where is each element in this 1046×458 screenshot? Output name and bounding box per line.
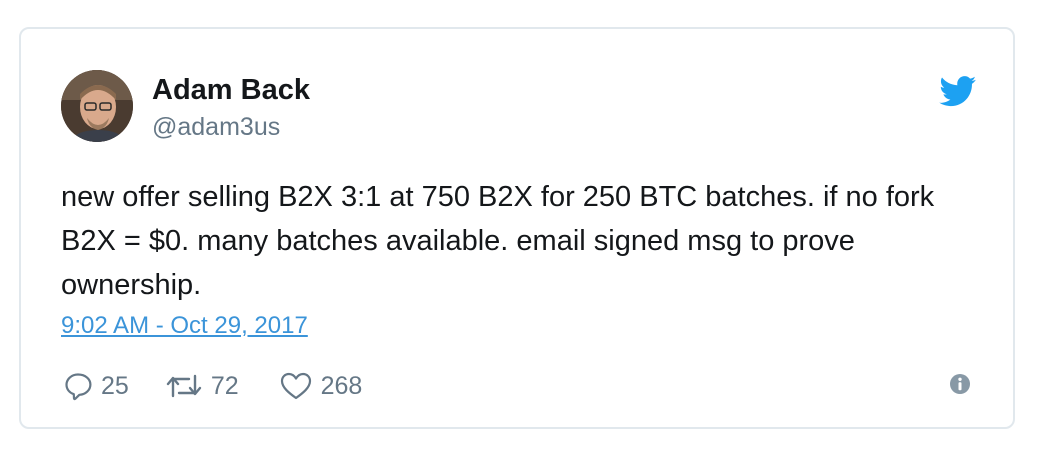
author-handle[interactable]: @adam3us <box>152 112 280 142</box>
info-icon[interactable] <box>949 373 971 395</box>
reply-bubble-icon <box>65 373 92 401</box>
retweet-button[interactable]: 72 <box>165 371 239 401</box>
retweet-arrows-icon <box>166 374 202 398</box>
avatar-photo <box>61 70 133 142</box>
tweet-timestamp-link[interactable]: 9:02 AM - Oct 29, 2017 <box>61 311 308 341</box>
like-count: 268 <box>320 371 363 400</box>
reply-count: 25 <box>101 371 129 400</box>
tweet-card: Adam Back @adam3us new offer selling B2X… <box>19 27 1015 429</box>
tweet-actions: 25 72 268 <box>63 368 362 404</box>
avatar[interactable] <box>61 70 133 142</box>
tweet-text: new offer selling B2X 3:1 at 750 B2X for… <box>61 181 935 301</box>
reply-button[interactable]: 25 <box>63 371 129 401</box>
author-display-name[interactable]: Adam Back <box>152 73 310 107</box>
twitter-bird-icon[interactable] <box>939 76 977 107</box>
retweet-count: 72 <box>210 371 239 400</box>
heart-icon <box>280 372 311 400</box>
like-button[interactable]: 268 <box>279 371 363 401</box>
